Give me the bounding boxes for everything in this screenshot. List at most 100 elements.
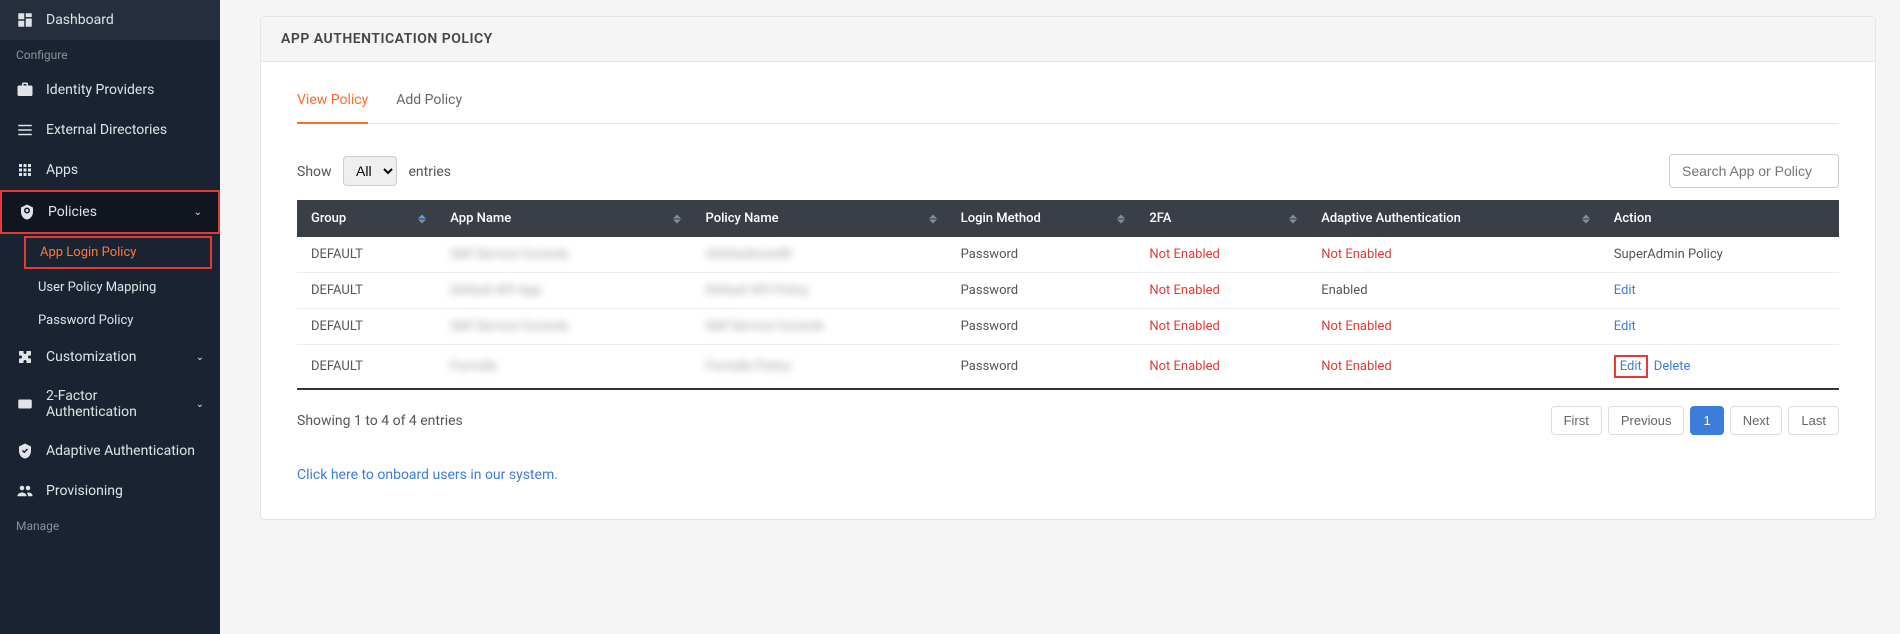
table-row: DEFAULT Default API App Default API Poli… [297,273,1839,309]
col-group[interactable]: Group [297,200,436,237]
puzzle-icon [16,348,34,366]
list-icon [16,121,34,139]
search-input[interactable] [1669,154,1839,188]
entries-label: entries [409,164,452,180]
cell-2fa: Not Enabled [1135,237,1307,273]
sidebar: Dashboard Configure Identity Providers E… [0,0,220,634]
edit-link[interactable]: Edit [1614,355,1648,378]
sidebar-item-identity-providers[interactable]: Identity Providers [0,70,220,110]
cell-login: Password [947,345,1136,390]
table-row: DEFAULT Self Service Console Self Servic… [297,309,1839,345]
sidebar-item-label: Adaptive Authentication [46,443,195,459]
shield-icon [18,203,36,221]
action-text: SuperAdmin Policy [1614,247,1723,262]
sidebar-section-configure: Configure [0,40,220,70]
tab-add-policy[interactable]: Add Policy [396,92,462,123]
sidebar-item-label: Apps [46,162,78,178]
cell-group: DEFAULT [297,309,436,345]
cell-app: Default API App [436,273,691,309]
sidebar-item-two-factor[interactable]: 2-Factor Authentication ⌄ [0,377,220,431]
sidebar-item-provisioning[interactable]: Provisioning [0,471,220,511]
dashboard-icon [16,11,34,29]
table-row: DEFAULT Formdlx Formdlx Policy Password … [297,345,1839,390]
sidebar-item-label: Provisioning [46,483,123,499]
col-action: Action [1600,200,1839,237]
cell-2fa: Not Enabled [1135,345,1307,390]
show-label: Show [297,164,332,180]
cell-login: Password [947,273,1136,309]
col-adaptive[interactable]: Adaptive Authentication [1307,200,1600,237]
page-previous[interactable]: Previous [1608,406,1685,435]
page-title: APP AUTHENTICATION POLICY [261,17,1875,62]
cell-action: Edit Delete [1600,345,1839,390]
entries-select[interactable]: All [343,156,397,186]
sidebar-subitem-user-policy-mapping[interactable]: User Policy Mapping [0,271,220,304]
sidebar-item-apps[interactable]: Apps [0,150,220,190]
shield-check-icon [16,442,34,460]
sidebar-subitem-password-policy[interactable]: Password Policy [0,304,220,337]
cell-adaptive: Enabled [1307,273,1600,309]
cell-app: Self Service Console [436,309,691,345]
cell-action: SuperAdmin Policy [1600,237,1839,273]
cell-policy: Formdlx Policy [691,345,946,390]
chevron-down-icon: ⌄ [196,399,204,410]
sidebar-item-label: 2-Factor Authentication [46,388,184,420]
sidebar-item-dashboard[interactable]: Dashboard [0,0,220,40]
cell-2fa: Not Enabled [1135,309,1307,345]
briefcase-icon [16,81,34,99]
cell-policy: Self Service Console [691,309,946,345]
cell-group: DEFAULT [297,237,436,273]
page-1[interactable]: 1 [1690,406,1723,435]
sidebar-section-manage: Manage [0,511,220,541]
tab-view-policy[interactable]: View Policy [297,92,368,124]
main-content: APP AUTHENTICATION POLICY View Policy Ad… [220,0,1900,634]
cell-adaptive: Not Enabled [1307,345,1600,390]
cell-policy: xDefaultxxxxRt [691,237,946,273]
page-last[interactable]: Last [1788,406,1839,435]
policy-card: APP AUTHENTICATION POLICY View Policy Ad… [260,16,1876,520]
users-icon [16,482,34,500]
sidebar-item-label: Identity Providers [46,82,154,98]
col-2fa[interactable]: 2FA [1135,200,1307,237]
chevron-down-icon: ⌄ [196,352,204,363]
edit-link[interactable]: Edit [1614,319,1636,334]
delete-link[interactable]: Delete [1654,359,1691,374]
cell-action: Edit [1600,273,1839,309]
cell-adaptive: Not Enabled [1307,309,1600,345]
sidebar-item-label: Policies [48,204,97,220]
entries-control: Show All entries [297,156,451,186]
col-login-method[interactable]: Login Method [947,200,1136,237]
number-icon [16,395,34,413]
cell-adaptive: Not Enabled [1307,237,1600,273]
tabs: View Policy Add Policy [297,92,1839,124]
chevron-down-icon: ⌄ [194,207,202,218]
col-app-name[interactable]: App Name [436,200,691,237]
sidebar-subitem-app-login-policy[interactable]: App Login Policy [24,236,212,269]
edit-link[interactable]: Edit [1614,283,1636,298]
sidebar-item-customization[interactable]: Customization ⌄ [0,337,220,377]
onboard-link[interactable]: Click here to onboard users in our syste… [297,467,558,483]
pagination: First Previous 1 Next Last [1551,406,1839,435]
grid-icon [16,161,34,179]
page-next[interactable]: Next [1730,406,1783,435]
cell-login: Password [947,309,1136,345]
showing-text: Showing 1 to 4 of 4 entries [297,413,463,429]
cell-2fa: Not Enabled [1135,273,1307,309]
sidebar-item-adaptive-auth[interactable]: Adaptive Authentication [0,431,220,471]
cell-login: Password [947,237,1136,273]
sidebar-item-label: Dashboard [46,12,114,28]
cell-app: Self Service Console [436,237,691,273]
cell-action: Edit [1600,309,1839,345]
table-row: DEFAULT Self Service Console xDefaultxxx… [297,237,1839,273]
cell-app: Formdlx [436,345,691,390]
cell-policy: Default API Policy [691,273,946,309]
cell-group: DEFAULT [297,345,436,390]
page-first[interactable]: First [1551,406,1602,435]
sidebar-item-policies[interactable]: Policies ⌄ [0,190,220,234]
sidebar-item-label: Customization [46,349,136,365]
col-policy-name[interactable]: Policy Name [691,200,946,237]
sidebar-item-label: External Directories [46,122,167,138]
sidebar-item-external-directories[interactable]: External Directories [0,110,220,150]
cell-group: DEFAULT [297,273,436,309]
policy-table: Group App Name Policy Name Login Method … [297,200,1839,390]
